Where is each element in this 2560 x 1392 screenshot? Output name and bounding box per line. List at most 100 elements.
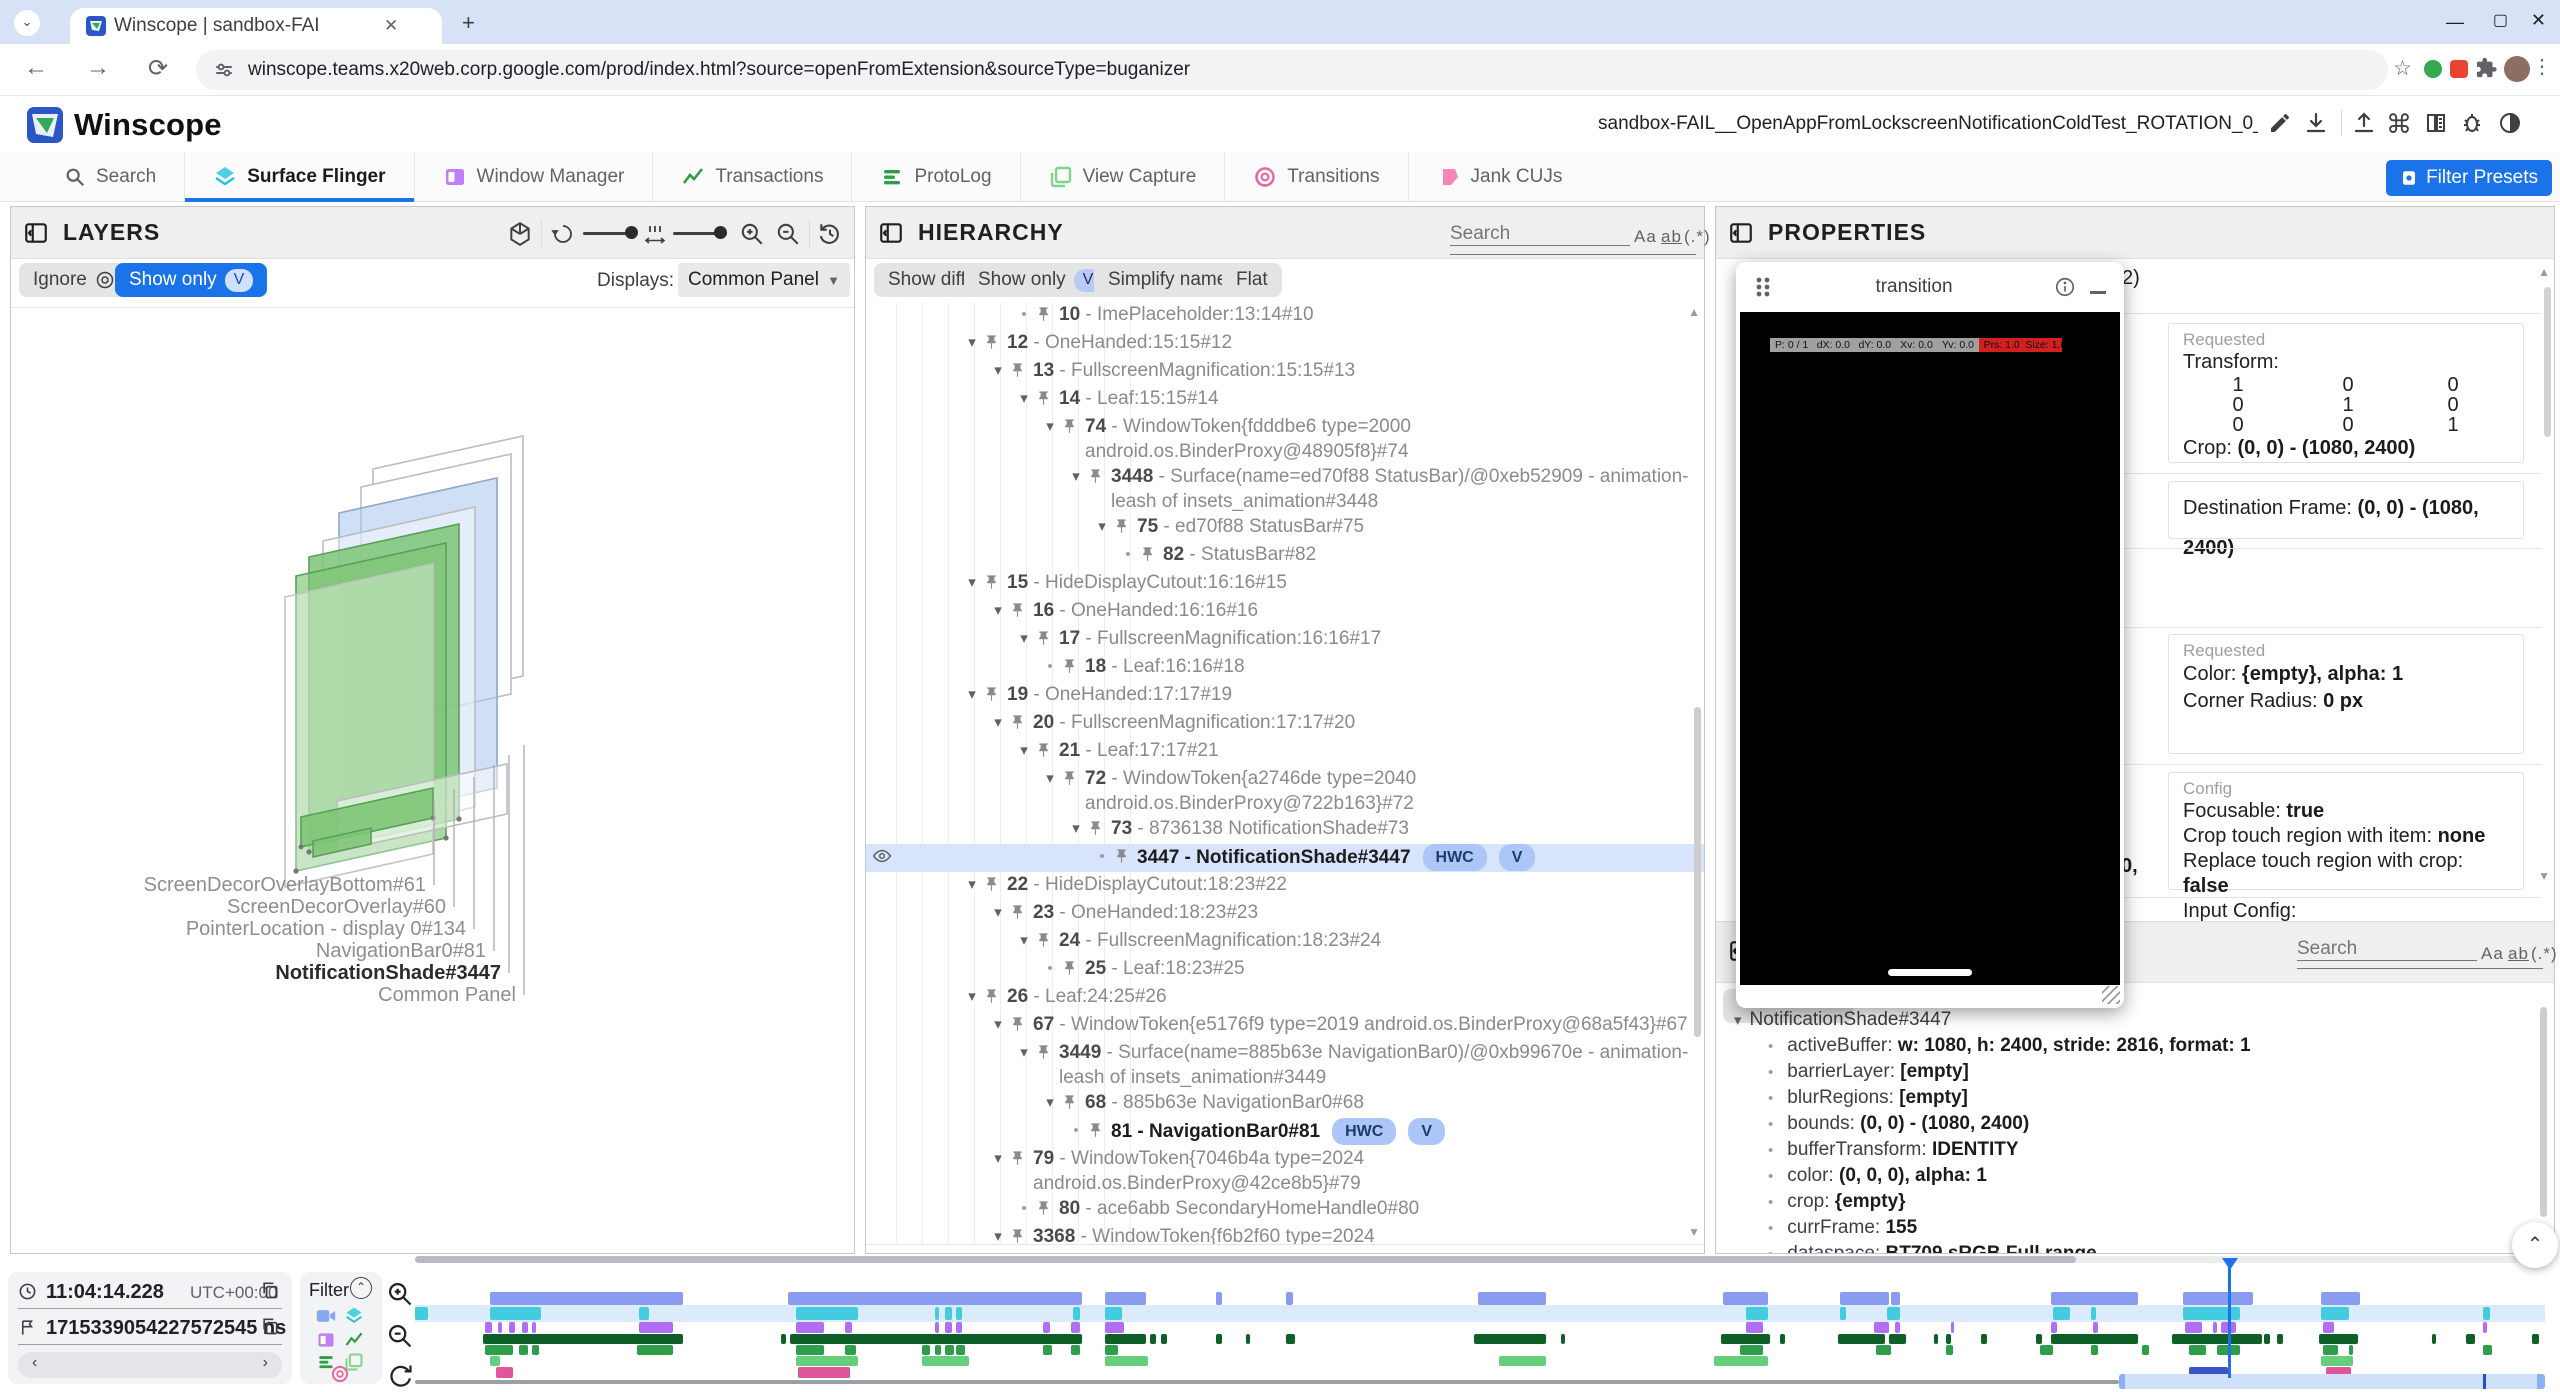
- timeline-segment[interactable]: [1981, 1334, 1987, 1344]
- hierarchy-row[interactable]: ▾14 - Leaf:15:15#14: [866, 386, 1704, 414]
- timeline-segment[interactable]: [1071, 1345, 1080, 1355]
- timeline-segment[interactable]: [2172, 1334, 2261, 1344]
- expand-arrow-icon[interactable]: ▾: [961, 984, 983, 1009]
- layer-label[interactable]: ScreenDecorOverlayBottom#61: [144, 874, 426, 897]
- timeline-segment[interactable]: [790, 1334, 1082, 1344]
- timeline-track-window-manager[interactable]: [415, 1322, 2545, 1333]
- timeline-segment[interactable]: [796, 1307, 858, 1320]
- ignore-chip[interactable]: Ignore: [19, 263, 129, 297]
- timeline-segment[interactable]: [2051, 1292, 2138, 1305]
- pin-icon[interactable]: [983, 682, 1007, 710]
- pin-icon[interactable]: [1009, 598, 1033, 626]
- tab-transitions[interactable]: Transitions: [1225, 152, 1408, 202]
- extensions-puzzle-icon[interactable]: [2476, 57, 2498, 79]
- tab-view-capture[interactable]: View Capture: [1021, 152, 1226, 202]
- human-time[interactable]: 11:04:14.228: [46, 1281, 164, 1304]
- timeline-segment[interactable]: [639, 1322, 673, 1333]
- timeline-segment[interactable]: [796, 1322, 824, 1333]
- layer-label[interactable]: NavigationBar0#81: [316, 940, 486, 963]
- timeline-segment[interactable]: [2040, 1345, 2053, 1355]
- property-item[interactable]: •crop: {empty}: [1768, 1191, 1906, 1213]
- timeline-segment[interactable]: [2091, 1345, 2097, 1355]
- timeline-segment[interactable]: [1780, 1334, 1784, 1344]
- expand-arrow-icon[interactable]: ▾: [1013, 1040, 1035, 1065]
- timeline-segment[interactable]: [788, 1292, 1082, 1305]
- hierarchy-row[interactable]: ▾67 - WindowToken{e5176f9 type=2019 andr…: [866, 1012, 1704, 1040]
- timeline-segment[interactable]: [490, 1307, 541, 1320]
- kebab-menu-icon[interactable]: ⋮: [2532, 54, 2552, 79]
- property-item[interactable]: •activeBuffer: w: 1080, h: 2400, stride:…: [1768, 1035, 2251, 1057]
- timeline-cursor-head[interactable]: [2222, 1258, 2238, 1270]
- properties-search-input[interactable]: [2297, 938, 2477, 961]
- hierarchy-row[interactable]: •81 - NavigationBar0#81HWCV: [866, 1118, 1704, 1146]
- transactions-icon[interactable]: [344, 1330, 364, 1350]
- timeline-segment[interactable]: [935, 1345, 941, 1355]
- vertical-scrollbar[interactable]: [1694, 707, 1701, 1037]
- timeline-segment[interactable]: [1746, 1322, 1763, 1333]
- expand-arrow-icon[interactable]: ▾: [1013, 928, 1035, 953]
- timeline-segment[interactable]: [2323, 1345, 2338, 1355]
- timeline-segment[interactable]: [2277, 1334, 2283, 1344]
- collapse-timeline-fab[interactable]: ⌃: [2512, 1222, 2558, 1268]
- frame-stepper[interactable]: ‹ ›: [18, 1352, 282, 1378]
- layer-label[interactable]: ScreenDecorOverlay#60: [227, 896, 446, 919]
- collapse-panel-icon[interactable]: [23, 220, 49, 246]
- timeline-segment[interactable]: [945, 1307, 951, 1320]
- timeline-segment[interactable]: [1474, 1334, 1546, 1344]
- timeline-cursor[interactable]: [2228, 1266, 2231, 1378]
- pin-icon[interactable]: [1009, 1146, 1033, 1174]
- timeline-segment[interactable]: [922, 1356, 969, 1366]
- timeline-segment[interactable]: [1895, 1322, 1899, 1333]
- hierarchy-row[interactable]: ▾22 - HideDisplayCutout:18:23#22: [866, 872, 1704, 900]
- pin-icon[interactable]: [1061, 956, 1085, 984]
- timeline-segment[interactable]: [1838, 1334, 1885, 1344]
- property-root-row[interactable]: ▾NotificationShade#3447: [1734, 1009, 1951, 1031]
- tab-window-manager[interactable]: Window Manager: [415, 152, 654, 202]
- flat-chip[interactable]: Flat: [1222, 263, 1282, 297]
- hierarchy-row[interactable]: ▾3449 - Surface(name=885b63e NavigationB…: [866, 1040, 1704, 1090]
- timeline-segment[interactable]: [1499, 1356, 1546, 1366]
- minimize-icon[interactable]: [2090, 291, 2106, 294]
- property-item[interactable]: •bounds: (0, 0) - (1080, 2400): [1768, 1113, 2029, 1135]
- prev-frame-icon[interactable]: ‹: [32, 1354, 37, 1372]
- expand-arrow-icon[interactable]: ▾: [987, 1146, 1009, 1171]
- timeline-segment[interactable]: [2321, 1292, 2359, 1305]
- pin-icon[interactable]: [1061, 1090, 1085, 1118]
- address-bar[interactable]: winscope.teams.x20web.corp.google.com/pr…: [196, 50, 2388, 90]
- timeline-segment[interactable]: [956, 1307, 962, 1320]
- collapse-filter-icon[interactable]: ⌃: [350, 1277, 372, 1299]
- pin-icon[interactable]: [1035, 1040, 1059, 1068]
- timeline-segment[interactable]: [2264, 1334, 2270, 1344]
- hierarchy-row[interactable]: ▾3368 - WindowToken{f6b2f60 type=2024 an…: [866, 1224, 1704, 1245]
- match-case-icon[interactable]: Aa: [2481, 944, 2504, 964]
- pin-icon[interactable]: [1009, 1224, 1033, 1245]
- timeline-segment[interactable]: [2142, 1345, 2148, 1355]
- timeline-segment[interactable]: [2483, 1345, 2492, 1355]
- timeline-track-view-capture[interactable]: [415, 1356, 2545, 1366]
- hierarchy-row[interactable]: ▾12 - OneHanded:15:15#12: [866, 330, 1704, 358]
- spacing-slider-thumb[interactable]: [714, 226, 727, 239]
- hierarchy-row[interactable]: •25 - Leaf:18:23#25: [866, 956, 1704, 984]
- expand-arrow-icon[interactable]: ▾: [1065, 464, 1087, 489]
- new-tab-button[interactable]: +: [462, 10, 475, 36]
- timeline-segment[interactable]: [1874, 1322, 1889, 1333]
- timeline-segment[interactable]: [2183, 1292, 2253, 1305]
- pin-icon[interactable]: [1035, 626, 1059, 654]
- dark-mode-contrast-icon[interactable]: [2498, 111, 2522, 135]
- hierarchy-row[interactable]: ▾75 - ed70f88 StatusBar#75: [866, 514, 1704, 542]
- hierarchy-row[interactable]: •18 - Leaf:16:16#18: [866, 654, 1704, 682]
- timeline-segment[interactable]: [509, 1322, 515, 1333]
- timeline-segment[interactable]: [1216, 1292, 1222, 1305]
- timeline-segment[interactable]: [945, 1322, 951, 1333]
- hierarchy-row[interactable]: ▾23 - OneHanded:18:23#23: [866, 900, 1704, 928]
- property-item[interactable]: •bufferTransform: IDENTITY: [1768, 1139, 2019, 1161]
- timeline-segment[interactable]: [1889, 1334, 1906, 1344]
- documentation-book-icon[interactable]: [2424, 111, 2448, 135]
- timeline-segment[interactable]: [1073, 1307, 1079, 1320]
- timeline-segment[interactable]: [1478, 1292, 1546, 1305]
- edit-pencil-icon[interactable]: [2268, 111, 2292, 135]
- timeline-segment[interactable]: [1105, 1292, 1145, 1305]
- tab-protolog[interactable]: ProtoLog: [852, 152, 1020, 202]
- timeline-segment[interactable]: [1105, 1345, 1118, 1355]
- collapse-panel-icon[interactable]: [1728, 220, 1754, 246]
